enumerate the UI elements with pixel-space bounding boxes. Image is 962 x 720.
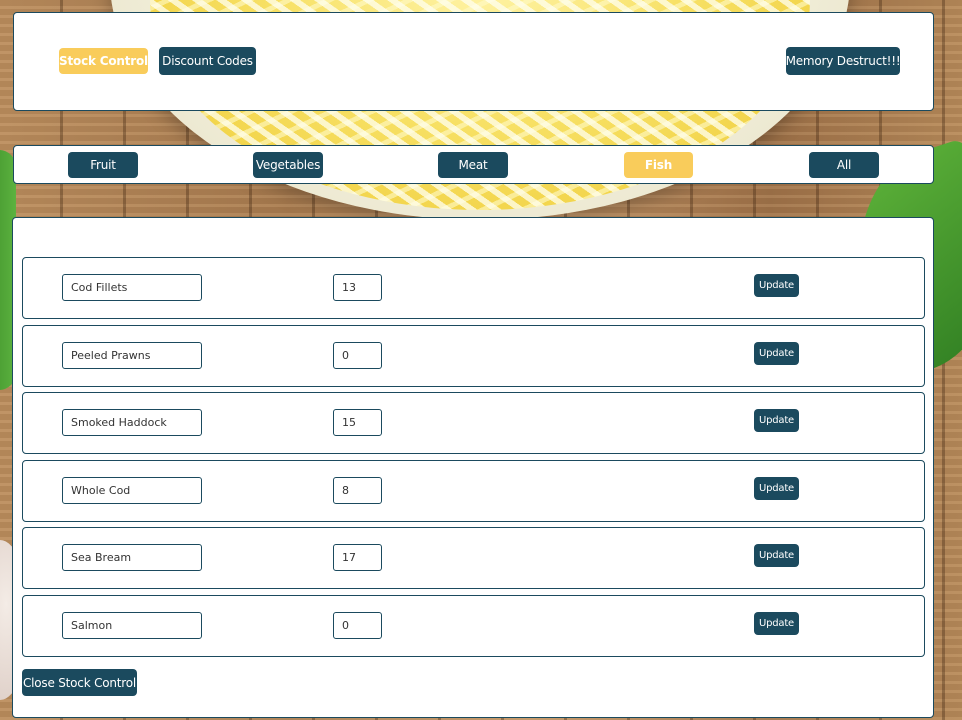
top-nav-panel: Stock Control Discount Codes Memory Dest… xyxy=(13,12,934,111)
stock-row: Update xyxy=(22,392,925,454)
item-name-input[interactable] xyxy=(62,477,202,504)
update-button[interactable]: Update xyxy=(754,409,799,432)
category-filter-panel: Fruit Vegetables Meat Fish All xyxy=(13,145,934,184)
update-button[interactable]: Update xyxy=(754,544,799,567)
item-name-input[interactable] xyxy=(62,544,202,571)
close-stock-control-button[interactable]: Close Stock Control xyxy=(22,669,137,696)
category-vegetables-button[interactable]: Vegetables xyxy=(253,152,323,178)
item-name-input[interactable] xyxy=(62,342,202,369)
item-quantity-input[interactable] xyxy=(333,409,382,436)
stock-row: Update xyxy=(22,595,925,657)
update-button[interactable]: Update xyxy=(754,477,799,500)
stock-control-button[interactable]: Stock Control xyxy=(59,48,148,74)
item-quantity-input[interactable] xyxy=(333,274,382,301)
item-quantity-input[interactable] xyxy=(333,342,382,369)
update-button[interactable]: Update xyxy=(754,612,799,635)
discount-codes-button[interactable]: Discount Codes xyxy=(159,47,256,75)
stock-row: Update xyxy=(22,325,925,387)
update-button[interactable]: Update xyxy=(754,342,799,365)
category-fish-button[interactable]: Fish xyxy=(624,152,693,178)
item-name-input[interactable] xyxy=(62,274,202,301)
update-button[interactable]: Update xyxy=(754,274,799,297)
item-name-input[interactable] xyxy=(62,409,202,436)
stock-row: Update xyxy=(22,257,925,319)
stock-row: Update xyxy=(22,527,925,589)
item-quantity-input[interactable] xyxy=(333,612,382,639)
item-name-input[interactable] xyxy=(62,612,202,639)
category-all-button[interactable]: All xyxy=(809,152,879,178)
stock-control-panel: Update Update Update Update Update Updat… xyxy=(12,217,934,718)
category-meat-button[interactable]: Meat xyxy=(438,152,508,178)
item-quantity-input[interactable] xyxy=(333,477,382,504)
memory-destruct-button[interactable]: Memory Destruct!!! xyxy=(786,47,901,75)
stock-row: Update xyxy=(22,460,925,522)
item-quantity-input[interactable] xyxy=(333,544,382,571)
category-fruit-button[interactable]: Fruit xyxy=(68,152,138,178)
